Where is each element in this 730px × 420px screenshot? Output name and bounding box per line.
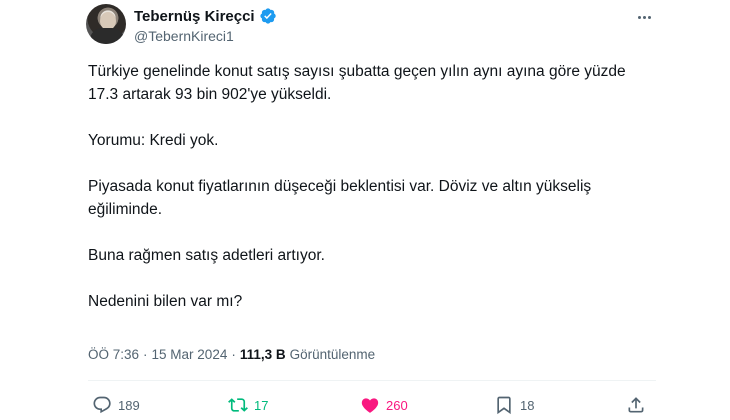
reply-count: 189: [118, 397, 140, 413]
tweet-paragraph: Piyasada konut fiyatlarının düşeceği bek…: [88, 178, 592, 218]
author-name[interactable]: Tebernüş Kireçci: [134, 8, 255, 25]
avatar-body: [90, 28, 124, 44]
meta-separator: ·: [231, 347, 236, 362]
tweet-paragraph: Yorumu: Kredi yok.: [88, 132, 219, 149]
action-bar: 189 17 260 18: [88, 395, 658, 419]
tweet-meta: ÖÖ 7:36 · 15 Mar 2024 · 111,3 B Görüntül…: [88, 347, 375, 362]
tweet-time[interactable]: ÖÖ 7:36: [88, 347, 139, 362]
share-icon: [628, 397, 644, 413]
like-icon: [361, 398, 379, 413]
views-label: Görüntülenme: [289, 347, 376, 362]
more-icon[interactable]: [634, 7, 654, 27]
verified-badge-icon: [260, 8, 276, 24]
reply-button[interactable]: 189: [92, 395, 140, 415]
divider: [88, 380, 656, 381]
bookmark-icon: [497, 396, 511, 415]
like-button[interactable]: 260: [360, 395, 408, 415]
retweet-count: 17: [254, 397, 269, 413]
author-handle[interactable]: @TebernKireci1: [134, 28, 234, 44]
share-button[interactable]: [626, 395, 646, 415]
like-count: 260: [386, 397, 408, 413]
retweet-icon: [228, 398, 248, 412]
tweet-text: Türkiye genelinde konut satış sayısı şub…: [88, 60, 658, 313]
views-count: 111,3 B: [239, 347, 286, 362]
reply-icon: [93, 396, 111, 414]
bookmark-count: 18: [520, 397, 535, 413]
tweet-card: Tebernüş Kireçci @TebernKireci1 Türkiye …: [0, 0, 730, 420]
avatar[interactable]: [86, 4, 126, 44]
bookmark-button[interactable]: 18: [494, 395, 534, 415]
tweet-date[interactable]: 15 Mar 2024: [152, 347, 228, 362]
tweet-paragraph: Türkiye genelinde konut satış sayısı şub…: [88, 63, 626, 103]
retweet-button[interactable]: 17: [228, 395, 268, 415]
meta-separator: ·: [143, 347, 148, 362]
tweet-paragraph: Buna rağmen satış adetleri artıyor.: [88, 247, 325, 264]
tweet-paragraph: Nedenini bilen var mı?: [88, 293, 243, 310]
author-name-row: Tebernüş Kireçci: [134, 7, 277, 25]
